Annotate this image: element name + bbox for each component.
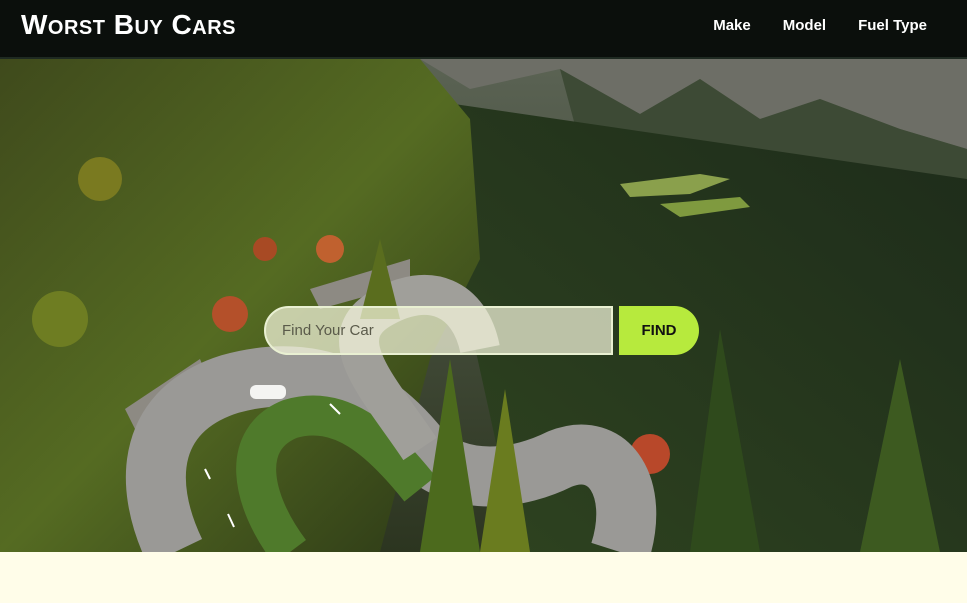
site-header: Worst Buy Cars Make Model Fuel Type <box>0 0 967 59</box>
find-button[interactable]: FIND <box>619 306 699 355</box>
nav-item-make[interactable]: Make <box>713 17 751 34</box>
nav-item-model[interactable]: Model <box>783 17 826 34</box>
search-input[interactable] <box>264 306 613 355</box>
nav-item-fuel-type[interactable]: Fuel Type <box>858 17 927 34</box>
hero-banner: FIND <box>0 59 967 552</box>
content-area <box>0 552 967 603</box>
site-logo[interactable]: Worst Buy Cars <box>21 9 236 41</box>
search-bar: FIND <box>264 306 699 355</box>
main-nav: Make Model Fuel Type <box>713 17 927 34</box>
